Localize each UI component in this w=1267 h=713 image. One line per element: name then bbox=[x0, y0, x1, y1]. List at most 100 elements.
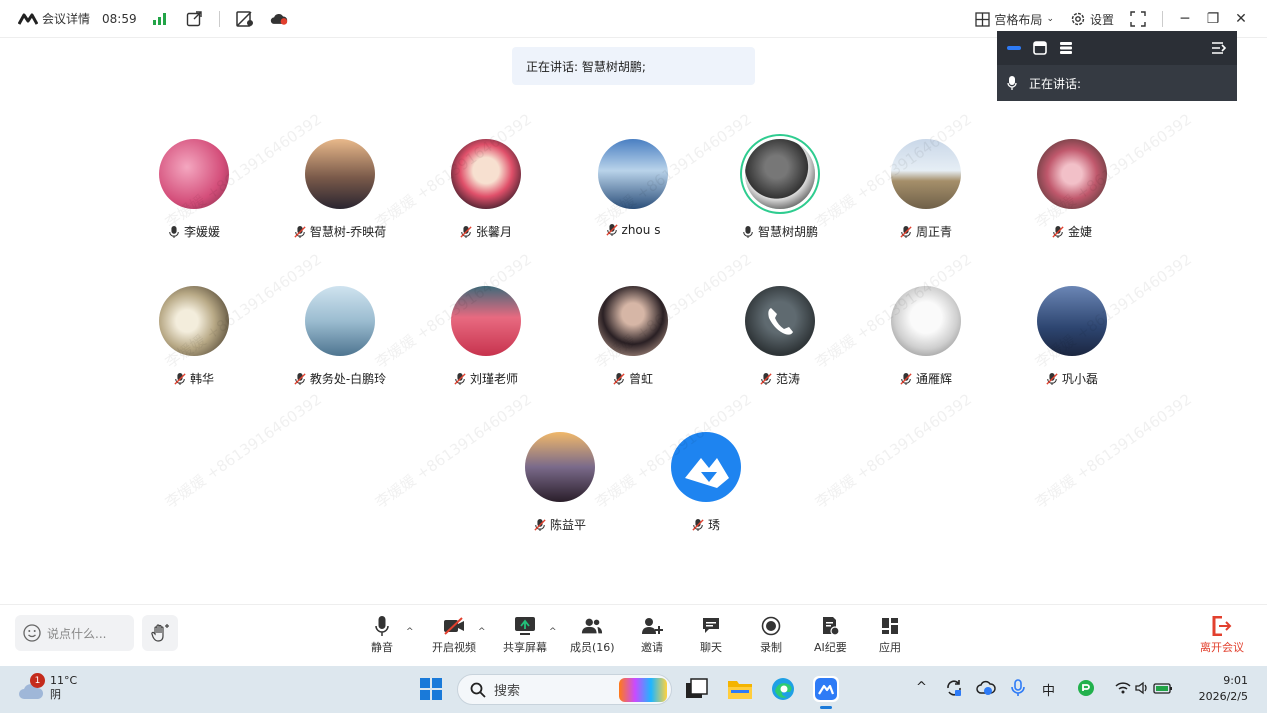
edge-icon bbox=[772, 678, 794, 700]
meeting-timer: 08:59 bbox=[102, 11, 137, 26]
mic-muted-icon bbox=[460, 225, 472, 238]
wifi-volume-battery-icon bbox=[1115, 681, 1172, 695]
edge-browser-button[interactable] bbox=[770, 676, 796, 702]
participant-tile[interactable]: 智慧树胡鹏 bbox=[710, 139, 850, 249]
participant-avatar bbox=[891, 139, 961, 209]
participant-tile[interactable]: 李媛媛 bbox=[124, 139, 264, 249]
speaker-mini-panel[interactable]: 正在讲话: bbox=[997, 31, 1237, 101]
mini-speaking-label: 正在讲话: bbox=[1029, 76, 1082, 91]
sync-tray-icon[interactable] bbox=[944, 678, 970, 704]
list-mode-icon[interactable] bbox=[1059, 41, 1073, 55]
members-button[interactable]: 成员(16) bbox=[570, 615, 615, 655]
participant-name: 教务处-白鹏玲 bbox=[309, 372, 387, 386]
window-mode-icon[interactable] bbox=[1033, 41, 1047, 55]
participant-tile[interactable]: 韩华 bbox=[124, 286, 264, 396]
participant-tile[interactable]: 智慧树-乔映荷 bbox=[270, 139, 410, 249]
raise-hand-button[interactable] bbox=[142, 615, 178, 651]
participant-tile[interactable]: 金婕 bbox=[1002, 139, 1142, 249]
task-view-icon bbox=[686, 678, 708, 698]
participant-name: 刘瑾老师 bbox=[469, 372, 518, 386]
no-record-icon[interactable] bbox=[235, 10, 254, 28]
participant-tile[interactable]: 曾虹 bbox=[563, 286, 703, 396]
popout-icon[interactable] bbox=[185, 10, 203, 28]
minimize-panel-icon[interactable] bbox=[1007, 46, 1021, 50]
participant-name-row: 金婕 bbox=[1052, 223, 1092, 240]
apps-button[interactable]: 应用 bbox=[879, 615, 901, 655]
cloud-tray-icon[interactable] bbox=[976, 678, 1002, 704]
wechat-tray-icon[interactable] bbox=[1076, 678, 1102, 704]
fullscreen-button[interactable] bbox=[1130, 11, 1146, 27]
mic-tray-icon[interactable] bbox=[1008, 678, 1034, 704]
show-hidden-icons[interactable]: ^ bbox=[916, 680, 927, 695]
weather-widget[interactable]: 1 11°C 阴 bbox=[18, 673, 77, 702]
fullscreen-icon bbox=[1130, 11, 1146, 27]
participant-name-row: 张馨月 bbox=[460, 223, 512, 240]
speaking-banner: 正在讲话: 智慧树胡鹏; bbox=[512, 47, 755, 85]
ime-indicator[interactable]: 中 bbox=[1042, 680, 1055, 699]
video-options-caret[interactable]: ^ bbox=[478, 627, 486, 637]
hand-icon bbox=[151, 624, 169, 642]
meeting-app-icon bbox=[815, 678, 837, 700]
participant-tile[interactable]: 陈益平 bbox=[490, 432, 630, 542]
participant-tile[interactable]: 周正青 bbox=[856, 139, 996, 249]
participant-avatar bbox=[1037, 139, 1107, 209]
chat-quick-input[interactable]: 说点什么... bbox=[15, 615, 134, 651]
exit-icon bbox=[1212, 616, 1232, 636]
share-options-caret[interactable]: ^ bbox=[549, 627, 557, 637]
apps-icon bbox=[882, 618, 898, 634]
participant-name-row: 巩小磊 bbox=[1046, 370, 1098, 387]
participant-avatar bbox=[598, 286, 668, 356]
participant-tile[interactable]: 巩小磊 bbox=[1002, 286, 1142, 396]
file-explorer-button[interactable] bbox=[727, 676, 753, 702]
share-screen-button[interactable]: 共享屏幕 bbox=[503, 615, 547, 655]
participant-avatar bbox=[1037, 286, 1107, 356]
sync-icon bbox=[947, 680, 961, 696]
tencent-meeting-taskbar-button[interactable] bbox=[813, 676, 839, 709]
mute-options-caret[interactable]: ^ bbox=[406, 627, 414, 637]
participant-tile[interactable]: 范涛 bbox=[710, 286, 850, 396]
emoji-icon bbox=[23, 624, 41, 642]
members-icon bbox=[582, 618, 603, 634]
network-volume-battery[interactable] bbox=[1114, 679, 1174, 705]
invite-button[interactable]: 邀请 bbox=[641, 615, 663, 655]
leave-meeting-button[interactable]: 离开会议 bbox=[1200, 615, 1244, 655]
mic-muted-icon bbox=[1046, 372, 1058, 385]
divider bbox=[1162, 11, 1163, 27]
mic-muted-icon bbox=[174, 372, 186, 385]
signal-icon[interactable] bbox=[151, 10, 169, 28]
expand-panel-icon[interactable] bbox=[1211, 41, 1227, 55]
divider bbox=[218, 10, 220, 27]
record-button[interactable]: 录制 bbox=[760, 615, 782, 655]
participant-name-row: 刘瑾老师 bbox=[454, 370, 518, 387]
system-clock[interactable]: 9:01 2026/2/5 bbox=[1199, 673, 1248, 705]
active-indicator bbox=[820, 706, 832, 709]
participant-avatar bbox=[451, 139, 521, 209]
settings-button[interactable]: 设置 bbox=[1070, 11, 1114, 28]
grid-layout-button[interactable]: 宫格布局 ⌄ bbox=[975, 11, 1054, 28]
participant-name-row: 智慧树-乔映荷 bbox=[294, 223, 386, 240]
task-view-button[interactable] bbox=[684, 676, 710, 702]
participant-avatar bbox=[671, 432, 741, 502]
cloud-record-icon[interactable] bbox=[270, 10, 288, 28]
search-placeholder: 搜索 bbox=[494, 684, 521, 699]
participant-name: 张馨月 bbox=[475, 225, 512, 239]
participant-name-row: 韩华 bbox=[174, 370, 214, 387]
participant-tile[interactable]: 琇 bbox=[636, 432, 776, 542]
participant-tile[interactable]: 教务处-白鹏玲 bbox=[270, 286, 410, 396]
meeting-details-link[interactable]: 会议详情 bbox=[42, 10, 90, 27]
weather-desc: 阴 bbox=[50, 688, 61, 701]
start-video-button[interactable]: 开启视频 bbox=[432, 615, 476, 655]
participant-tile[interactable]: 通雁辉 bbox=[856, 286, 996, 396]
ai-notes-button[interactable]: AI纪要 bbox=[814, 615, 847, 655]
chat-button[interactable]: 聊天 bbox=[700, 615, 722, 655]
participant-tile[interactable]: 张馨月 bbox=[416, 139, 556, 249]
taskbar-search[interactable]: 搜索 bbox=[457, 674, 672, 705]
mute-button[interactable]: 静音 bbox=[371, 615, 393, 655]
participant-tile[interactable]: zhou s bbox=[563, 139, 703, 249]
phone-icon bbox=[768, 308, 793, 335]
chat-icon bbox=[703, 618, 719, 633]
participant-tile[interactable]: 刘瑾老师 bbox=[416, 286, 556, 396]
mic-muted-icon bbox=[900, 372, 912, 385]
start-button[interactable] bbox=[418, 676, 444, 702]
windows-icon bbox=[420, 678, 442, 700]
